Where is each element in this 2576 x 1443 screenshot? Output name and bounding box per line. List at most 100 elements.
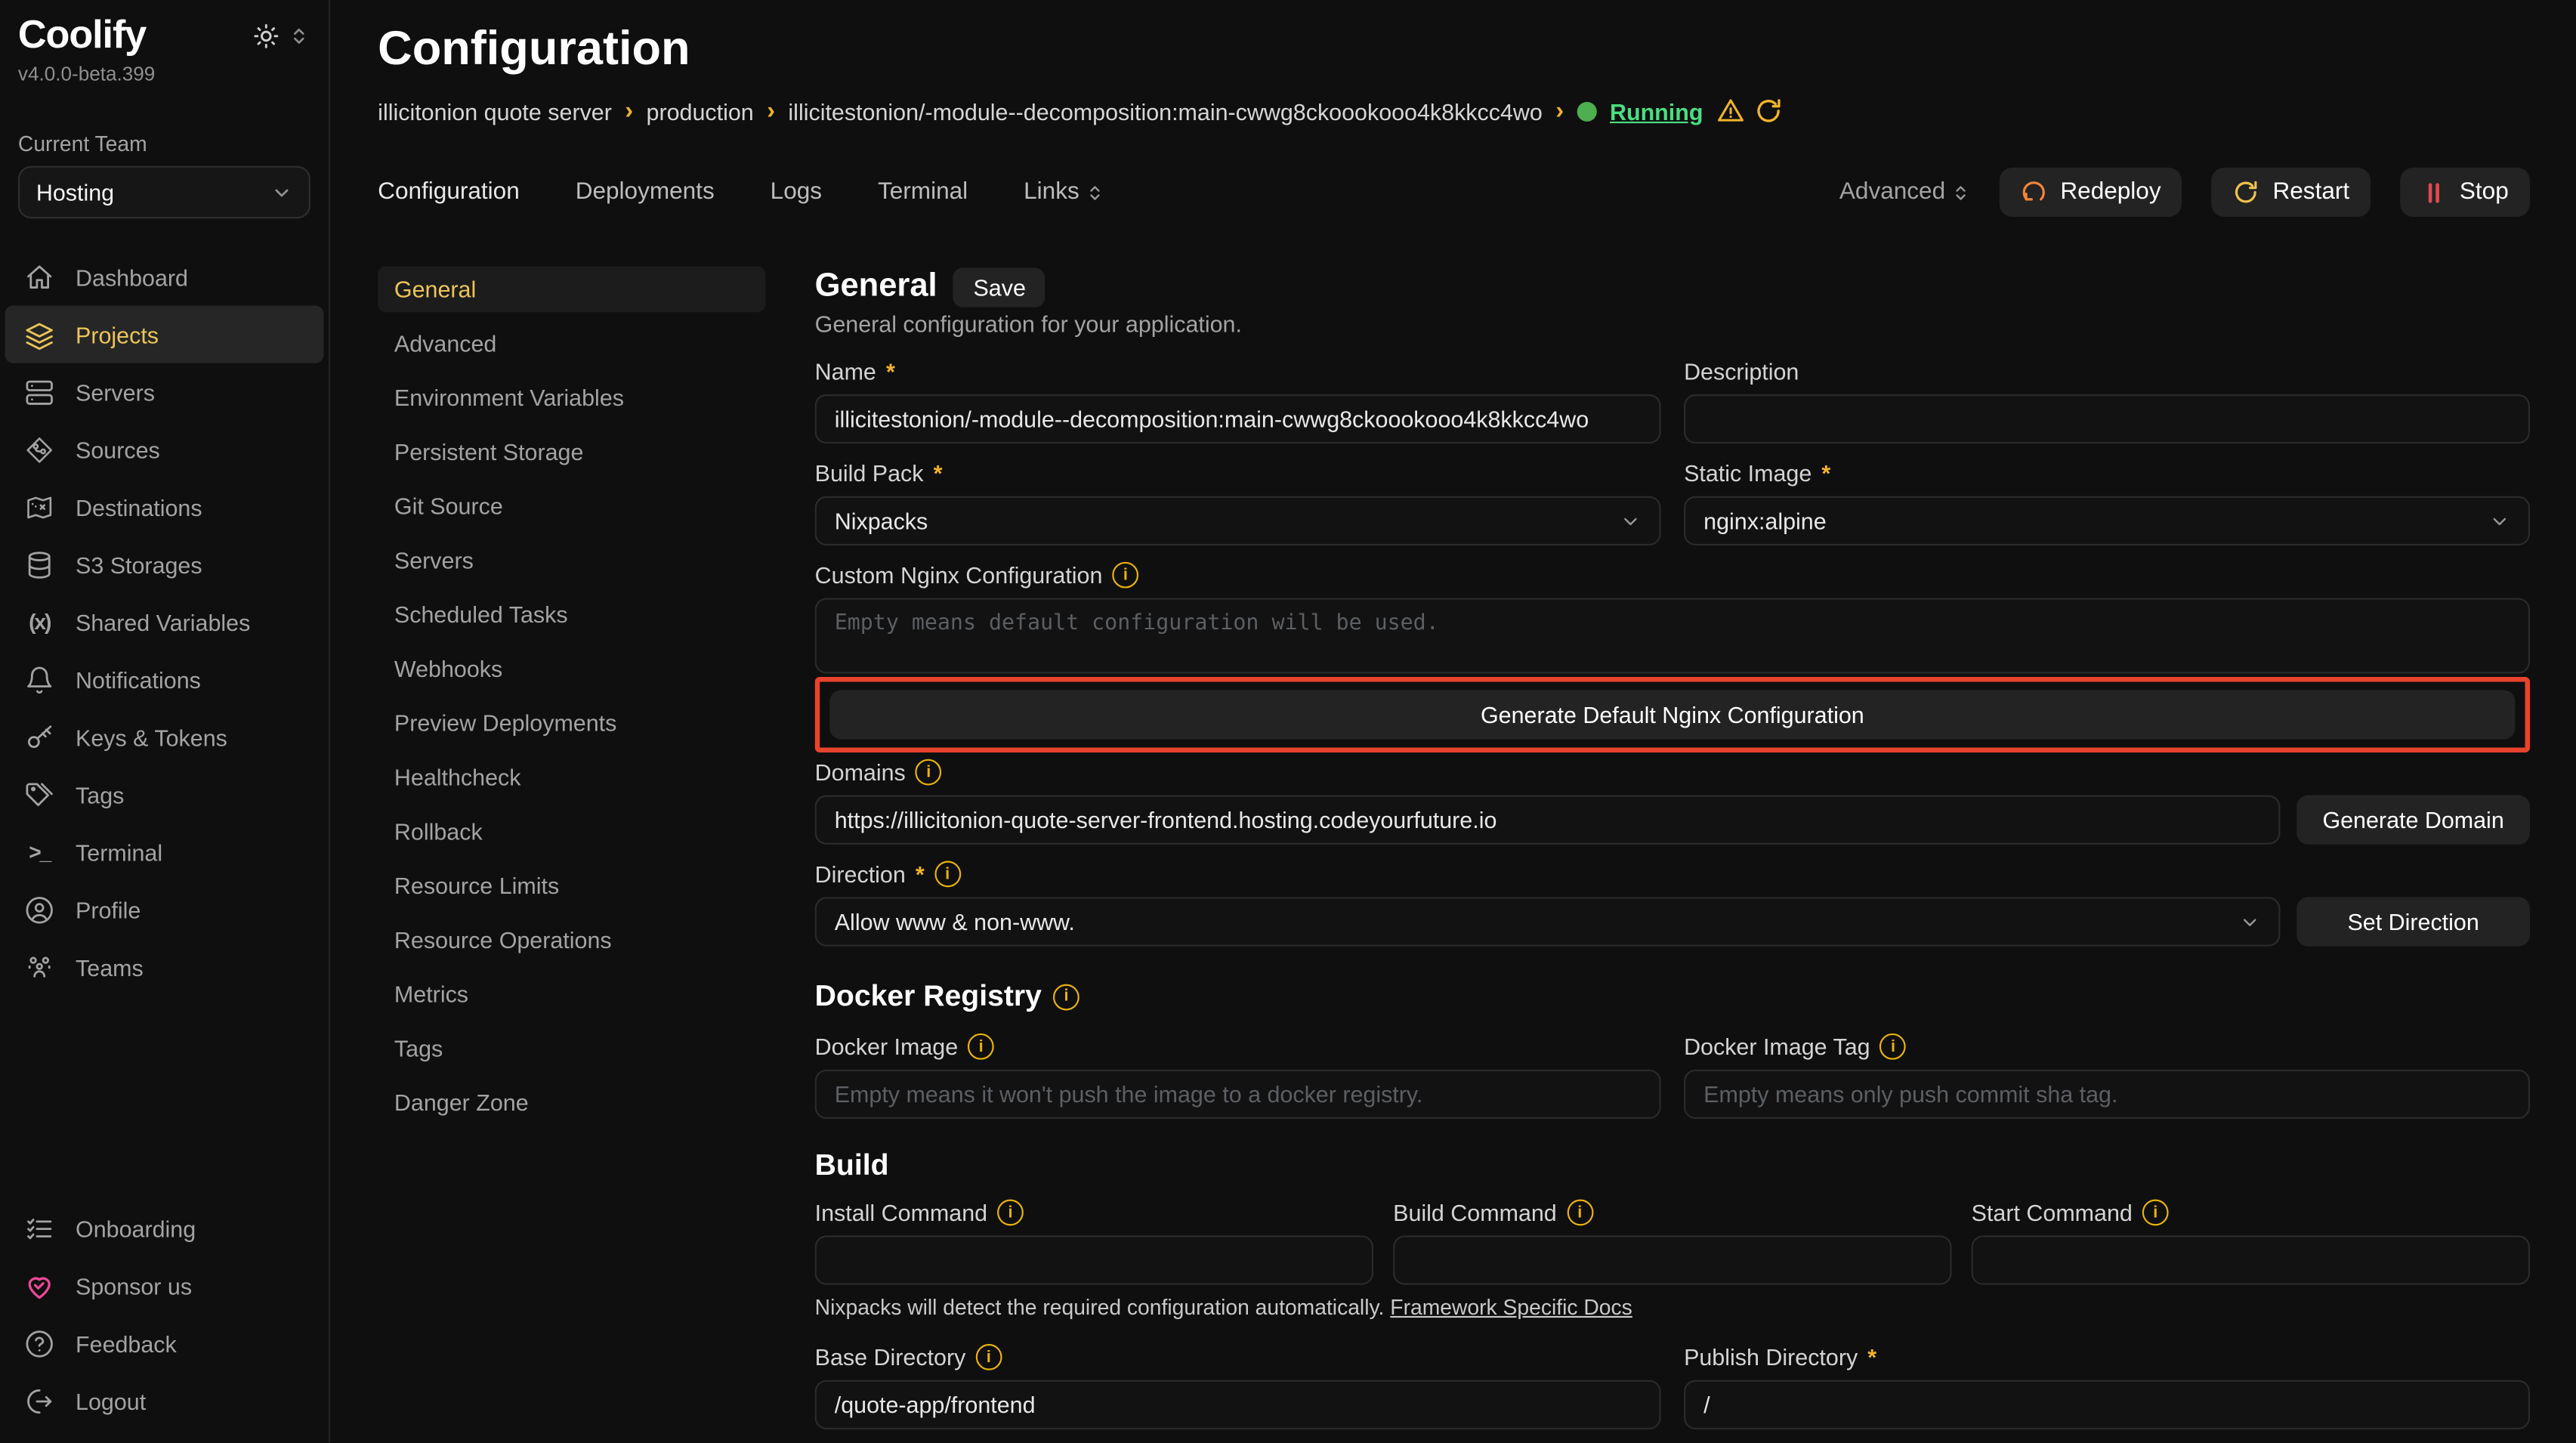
team-select[interactable]: Hosting (18, 166, 310, 219)
info-icon[interactable]: i (975, 1344, 1002, 1370)
description-label: Description (1684, 355, 2530, 388)
info-icon[interactable]: i (1880, 1034, 1907, 1060)
section-heading-docker-registry: Docker Registry i (815, 979, 2530, 1014)
home-icon (25, 262, 54, 292)
generate-domain-button[interactable]: Generate Domain (2296, 796, 2530, 845)
publish-directory-input[interactable] (1684, 1380, 2530, 1429)
subnav-persistent-storage[interactable]: Persistent Storage (378, 429, 765, 475)
subnav-git-source[interactable]: Git Source (378, 483, 765, 529)
config-subnav: General Advanced Environment Variables P… (378, 266, 765, 1442)
info-icon[interactable]: i (934, 861, 961, 888)
status-badge[interactable]: Running (1610, 97, 1703, 124)
warning-triangle-icon[interactable] (1716, 97, 1744, 125)
docker-image-input[interactable] (815, 1070, 1661, 1119)
refresh-icon[interactable] (1754, 97, 1782, 125)
subnav-danger-zone[interactable]: Danger Zone (378, 1080, 765, 1126)
sidebar-item-dashboard[interactable]: Dashboard (5, 248, 324, 305)
sidebar-item-profile[interactable]: Profile (5, 881, 324, 938)
sidebar-item-label: Destinations (76, 493, 202, 520)
subnav-webhooks[interactable]: Webhooks (378, 646, 765, 692)
terminal-icon: >_ (25, 839, 54, 864)
tabs-row: Configuration Deployments Logs Terminal … (378, 168, 2530, 217)
breadcrumb-project[interactable]: illicitonion quote server (378, 97, 612, 124)
sidebar-item-projects[interactable]: Projects (5, 305, 324, 363)
sidebar-item-terminal[interactable]: >_ Terminal (5, 823, 324, 881)
subnav-servers[interactable]: Servers (378, 537, 765, 583)
logout-icon (25, 1386, 54, 1415)
tab-logs[interactable]: Logs (771, 179, 822, 205)
tab-configuration[interactable]: Configuration (378, 179, 520, 205)
subnav-advanced[interactable]: Advanced (378, 320, 765, 366)
checklist-icon (25, 1213, 54, 1243)
map-icon (25, 492, 54, 521)
advanced-dropdown[interactable]: Advanced (1839, 179, 1970, 205)
subnav-general[interactable]: General (378, 266, 765, 312)
name-input[interactable] (815, 394, 1661, 443)
redeploy-button[interactable]: Redeploy (2000, 168, 2182, 217)
custom-nginx-label: Custom Nginx Configuration i (815, 558, 2530, 591)
start-command-label: Start Command i (1972, 1196, 2530, 1228)
build-command-input[interactable] (1393, 1235, 1951, 1284)
sidebar-item-sources[interactable]: Sources (5, 421, 324, 478)
docker-image-tag-input[interactable] (1684, 1070, 2530, 1119)
sidebar-item-teams[interactable]: Teams (5, 938, 324, 996)
custom-nginx-textarea[interactable] (815, 598, 2530, 674)
sidebar-item-sponsor-us[interactable]: Sponsor us (5, 1257, 324, 1315)
tag-icon (25, 780, 54, 809)
theme-chevrons-icon[interactable] (289, 25, 309, 56)
info-icon[interactable]: i (1567, 1200, 1593, 1226)
build-command-label: Build Command i (1393, 1196, 1951, 1228)
sidebar-item-destinations[interactable]: Destinations (5, 478, 324, 536)
subnav-resource-operations[interactable]: Resource Operations (378, 916, 765, 963)
description-input[interactable] (1684, 394, 2530, 443)
info-icon[interactable]: i (2142, 1200, 2169, 1226)
breadcrumb-environment[interactable]: production (647, 97, 754, 124)
sidebar-item-onboarding[interactable]: Onboarding (5, 1200, 324, 1257)
subnav-healthcheck[interactable]: Healthcheck (378, 754, 765, 800)
sidebar-item-notifications[interactable]: Notifications (5, 650, 324, 708)
sidebar-item-tags[interactable]: Tags (5, 765, 324, 823)
direction-select[interactable]: Allow www & non-www. (815, 897, 2281, 946)
direction-label: Direction* i (815, 857, 2530, 890)
subnav-preview-deployments[interactable]: Preview Deployments (378, 700, 765, 746)
generate-nginx-config-button[interactable]: Generate Default Nginx Configuration (829, 690, 2515, 739)
static-image-select[interactable]: nginx:alpine (1684, 496, 2530, 545)
sidebar-item-keys-tokens[interactable]: Keys & Tokens (5, 708, 324, 765)
base-directory-input[interactable] (815, 1380, 1661, 1429)
heart-icon (25, 1271, 54, 1300)
build-pack-select[interactable]: Nixpacks (815, 496, 1661, 545)
framework-docs-link[interactable]: Framework Specific Docs (1390, 1295, 1632, 1320)
subnav-metrics[interactable]: Metrics (378, 971, 765, 1017)
theme-sun-icon[interactable] (253, 23, 280, 57)
info-icon[interactable]: i (1112, 562, 1138, 589)
subnav-rollback[interactable]: Rollback (378, 808, 765, 854)
domains-input[interactable] (815, 796, 2281, 845)
subnav-environment-variables[interactable]: Environment Variables (378, 375, 765, 421)
info-icon[interactable]: i (968, 1034, 994, 1060)
set-direction-button[interactable]: Set Direction (2296, 897, 2530, 946)
sidebar-item-s3-storages[interactable]: S3 Storages (5, 536, 324, 593)
breadcrumb-resource[interactable]: illicitestonion/-module--decomposition:m… (788, 97, 1542, 124)
section-subtitle: General configuration for your applicati… (815, 311, 2530, 341)
info-icon[interactable]: i (1053, 984, 1080, 1010)
stop-button[interactable]: Stop (2401, 168, 2530, 217)
subnav-scheduled-tasks[interactable]: Scheduled Tasks (378, 592, 765, 638)
info-icon[interactable]: i (997, 1200, 1024, 1226)
tab-deployments[interactable]: Deployments (576, 179, 715, 205)
restart-button[interactable]: Restart (2212, 168, 2371, 217)
publish-directory-label: Publish Directory* (1684, 1341, 2530, 1373)
sidebar-item-servers[interactable]: Servers (5, 363, 324, 421)
page-title: Configuration (378, 23, 2530, 77)
sidebar-item-logout[interactable]: Logout (5, 1372, 324, 1429)
sidebar-item-shared-variables[interactable]: (x) Shared Variables (5, 593, 324, 650)
tab-terminal[interactable]: Terminal (878, 179, 968, 205)
tab-links[interactable]: Links (1024, 179, 1104, 205)
sidebar-item-feedback[interactable]: Feedback (5, 1315, 324, 1372)
info-icon[interactable]: i (916, 759, 942, 786)
start-command-input[interactable] (1972, 1235, 2530, 1284)
install-command-input[interactable] (815, 1235, 1373, 1284)
chevron-down-icon (2239, 911, 2260, 932)
save-button[interactable]: Save (953, 267, 1046, 306)
subnav-resource-limits[interactable]: Resource Limits (378, 863, 765, 909)
subnav-tags[interactable]: Tags (378, 1025, 765, 1071)
